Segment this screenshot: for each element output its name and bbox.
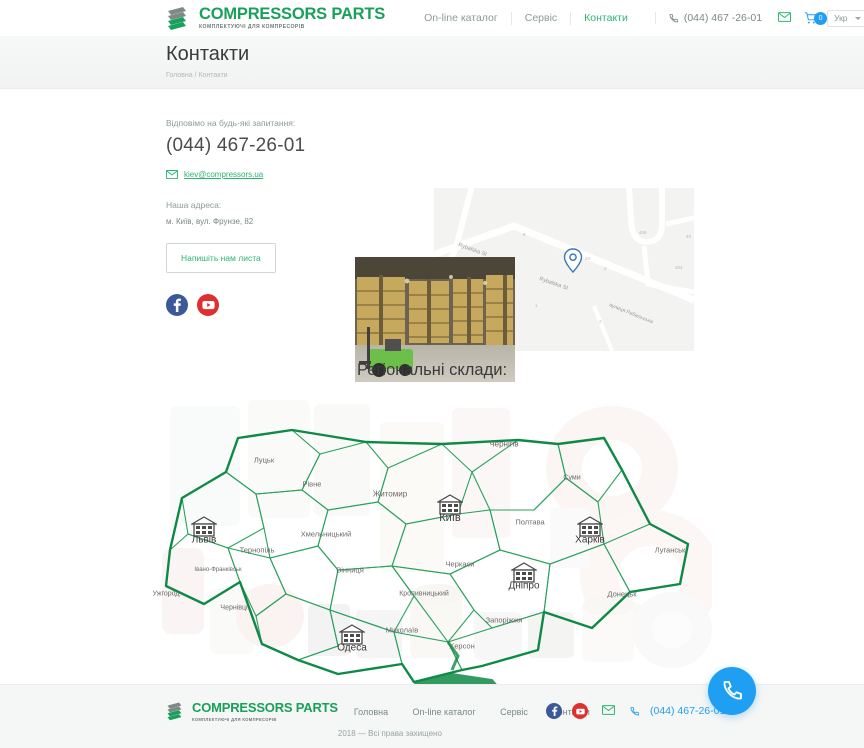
phone-icon xyxy=(669,13,678,22)
city-label[interactable]: Дніпро xyxy=(508,581,539,592)
email-icon[interactable] xyxy=(778,9,792,27)
language-selector[interactable]: Укр xyxy=(827,9,864,27)
header-icons: 0 xyxy=(778,9,828,27)
breadcrumb-home[interactable]: Головна xyxy=(166,72,193,79)
cart-badge: 0 xyxy=(814,11,828,25)
city-label: Тернопіль xyxy=(239,545,275,555)
contact-email-link[interactable]: kiev@compressors.ua xyxy=(184,170,263,179)
ukraine-map: Луцьк Рівне Житомир Чернігів Суми Київ Львів Те… xyxy=(152,398,712,698)
city-label-layer: Луцьк Рівне Житомир Чернігів Суми Київ Львів Те… xyxy=(152,398,712,698)
city-label: Рівне xyxy=(302,479,322,489)
breadcrumb: Головна / Контакти xyxy=(166,72,864,79)
city-label[interactable]: Харків xyxy=(575,535,605,546)
city-label: Луганськ xyxy=(654,545,686,555)
call-fab-button[interactable] xyxy=(708,667,756,715)
svg-text:40: 40 xyxy=(686,234,691,239)
header-logo[interactable]: COMPRESSORS PARTS КОМПЛЕКТУЮЧІ ДЛЯ КОМПР… xyxy=(166,5,385,31)
city-label: Донецьк xyxy=(607,589,637,599)
footer-logo-tagline: КОМПЛЕКТУЮЧІ ДЛЯ КОМПРЕСОРІВ xyxy=(192,717,277,722)
city-label: Хмельницький xyxy=(300,529,352,539)
city-label: Херсон xyxy=(449,641,475,651)
city-label: Запоріжжя xyxy=(485,615,523,625)
site-header: COMPRESSORS PARTS КОМПЛЕКТУЮЧІ ДЛЯ КОМПР… xyxy=(0,0,864,36)
write-us-button[interactable]: Напишіть нам листа xyxy=(166,243,276,273)
facebook-icon[interactable] xyxy=(166,294,188,316)
footer-nav-catalog[interactable]: On-line каталог xyxy=(413,707,476,717)
city-label: Житомир xyxy=(372,489,408,499)
city-label: Івано-Франківськ xyxy=(194,567,242,573)
footer-logo[interactable]: COMPRESSORS PARTS КОМПЛЕКТУЮЧІ ДЛЯ КОМПР… xyxy=(166,700,338,722)
header-nav: On-line каталог Сервіс Контакти xyxy=(411,7,641,29)
page-title-band: Контакти Головна / Контакти xyxy=(0,36,864,89)
header-phone-number: (044) 467 -26-01 xyxy=(683,12,763,24)
logo-tagline: КОМПЛЕКТУЮЧІ ДЛЯ КОМПРЕСОРІВ xyxy=(199,23,305,30)
city-label: Ужгород xyxy=(152,590,180,598)
city-label: Чернівці xyxy=(220,604,248,612)
city-label: Кропивницький xyxy=(399,590,449,598)
page-root: COMPRESSORS PARTS КОМПЛЕКТУЮЧІ ДЛЯ КОМПР… xyxy=(0,0,864,748)
nav-item-contacts[interactable]: Контакти xyxy=(570,11,641,25)
city-label: Вінниця xyxy=(336,565,364,575)
language-value: Укр xyxy=(834,13,848,23)
email-icon xyxy=(166,170,178,179)
logo-title: COMPRESSORS PARTS xyxy=(199,4,386,23)
logo-icon xyxy=(166,5,192,31)
svg-text:2A: 2A xyxy=(585,256,590,261)
nav-item-service[interactable]: Сервіс xyxy=(510,11,570,25)
header-phone[interactable]: (044) 467 -26-01 xyxy=(654,12,763,24)
youtube-icon[interactable] xyxy=(197,294,219,316)
breadcrumb-current: Контакти xyxy=(198,72,228,79)
svg-text:404: 404 xyxy=(675,265,683,270)
regional-warehouses-section: Регіональні склади: Луцьк Рівне Житомир … xyxy=(0,361,864,698)
logo-text: COMPRESSORS PARTS КОМПЛЕКТУЮЧІ ДЛЯ КОМПР… xyxy=(199,6,385,30)
address-value: м. Київ, вул. Фрунзе, 82 xyxy=(166,217,254,226)
city-label: Чернігів xyxy=(489,439,519,449)
city-label[interactable]: Одеса xyxy=(337,643,367,654)
footer-logo-title: COMPRESSORS PARTS xyxy=(192,700,338,715)
address-label: Наша адреса: xyxy=(166,200,222,210)
city-label[interactable]: Львів xyxy=(192,535,217,546)
footer-copyright: 2018 — Всі права захищено xyxy=(337,729,442,738)
cart-button[interactable]: 0 xyxy=(804,11,828,25)
nav-item-catalog[interactable]: On-line каталог xyxy=(411,12,511,25)
contact-lead: Відповімо на будь-які запитання: xyxy=(166,118,296,128)
city-label: Луцьк xyxy=(253,455,275,465)
svg-text:406: 406 xyxy=(639,230,647,235)
city-label: Черкаси xyxy=(445,559,475,569)
page-title: Контакти xyxy=(166,43,250,65)
youtube-icon[interactable] xyxy=(572,703,588,719)
city-label[interactable]: Київ xyxy=(439,512,460,524)
contact-email-row: kiev@compressors.ua xyxy=(166,170,376,179)
phone-icon xyxy=(630,706,640,715)
email-icon[interactable] xyxy=(602,702,616,720)
phone-icon xyxy=(723,681,742,700)
footer-contact-row: (044) 467-26-01 xyxy=(546,702,725,720)
warehouses-title: Регіональні склади: xyxy=(356,361,508,379)
contact-phone[interactable]: (044) 467-26-01 xyxy=(166,135,376,157)
breadcrumb-separator: / xyxy=(194,72,197,79)
city-label: Полтава xyxy=(515,517,545,527)
logo-icon xyxy=(166,701,186,721)
city-label: Миколаїв xyxy=(385,625,419,635)
social-links xyxy=(166,294,376,316)
facebook-icon[interactable] xyxy=(546,703,562,719)
city-label: Суми xyxy=(563,474,581,482)
footer-nav-home[interactable]: Головна xyxy=(354,707,388,717)
chevron-down-icon xyxy=(854,16,861,20)
contact-section: Відповімо на будь-які запитання: (044) 4… xyxy=(0,89,864,382)
contact-details: Відповімо на будь-які запитання: (044) 4… xyxy=(166,118,376,316)
footer-nav-service[interactable]: Сервіс xyxy=(500,707,528,717)
